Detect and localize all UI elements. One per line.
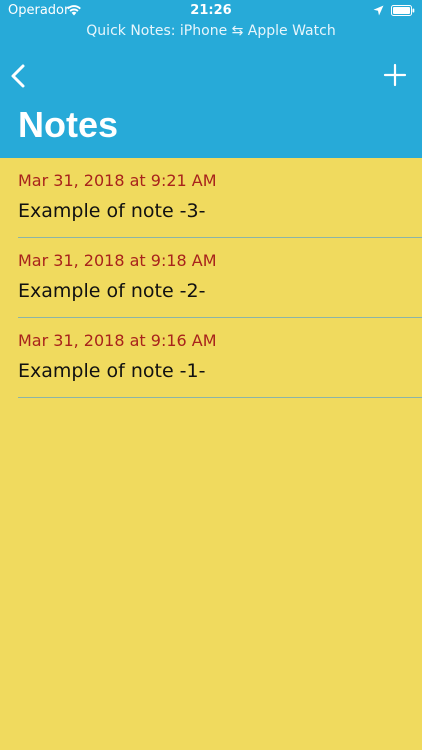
page-title: Notes [18,104,119,145]
chevron-left-icon[interactable] [8,62,30,90]
note-date: Mar 31, 2018 at 9:18 AM [18,251,217,270]
header: Operador 21:26 Quick Notes: iPhone ⇆ App… [0,0,422,158]
note-row[interactable]: Mar 31, 2018 at 9:21 AM Example of note … [18,158,422,238]
notes-list: Mar 31, 2018 at 9:21 AM Example of note … [0,158,422,398]
location-arrow-icon [373,5,384,16]
note-date: Mar 31, 2018 at 9:21 AM [18,171,217,190]
plus-icon[interactable] [382,62,408,88]
battery-icon [391,5,415,16]
note-row[interactable]: Mar 31, 2018 at 9:16 AM Example of note … [18,318,422,398]
note-row[interactable]: Mar 31, 2018 at 9:18 AM Example of note … [18,238,422,318]
app-subtitle: Quick Notes: iPhone ⇆ Apple Watch [86,23,336,39]
status-bar: Operador 21:26 [0,0,422,22]
notes-screen: Operador 21:26 Quick Notes: iPhone ⇆ App… [0,0,422,750]
note-text: Example of note -2- [18,280,206,302]
note-date: Mar 31, 2018 at 9:16 AM [18,331,217,350]
note-text: Example of note -3- [18,200,206,222]
status-time: 21:26 [190,3,232,18]
note-text: Example of note -1- [18,360,206,382]
